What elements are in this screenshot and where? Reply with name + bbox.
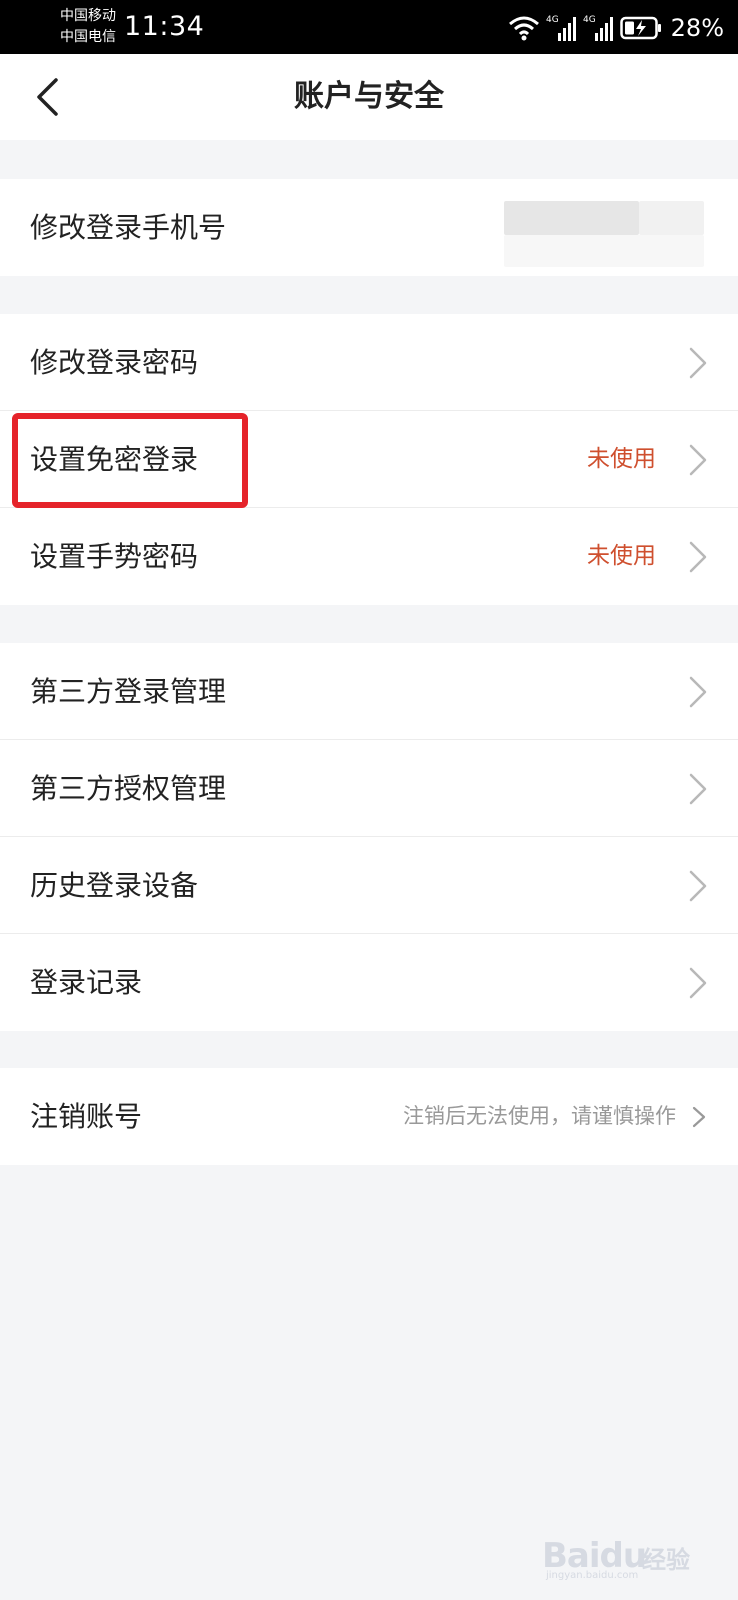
- status-time: 11:34: [124, 11, 205, 42]
- watermark-text: 经验: [642, 1546, 690, 1574]
- status-bar: 中国移动 中国电信 11:34 4G 4G 28%: [0, 0, 738, 54]
- wifi-icon: [508, 16, 539, 41]
- row-login-records[interactable]: 登录记录: [0, 934, 738, 1031]
- page-title: 账户与安全: [294, 79, 444, 114]
- chevron-right-icon: [689, 870, 707, 902]
- chevron-right-icon: [689, 967, 707, 999]
- row-third-party-login[interactable]: 第三方登录管理: [0, 643, 738, 740]
- chevron-left-icon: [37, 78, 58, 116]
- chevron-right-icon: [689, 444, 707, 476]
- group-phone: 修改登录手机号: [0, 179, 738, 276]
- chevron-right-icon: [689, 773, 707, 805]
- battery-percent: 28%: [670, 14, 724, 42]
- chevron-right-icon: [689, 541, 707, 573]
- warning-hint: 注销后无法使用，请谨慎操作: [403, 1104, 676, 1128]
- row-gesture-password[interactable]: 设置手势密码 未使用: [0, 508, 738, 605]
- row-label: 登录记录: [30, 966, 143, 999]
- row-deactivate-account[interactable]: 注销账号 注销后无法使用，请谨慎操作: [0, 1068, 738, 1165]
- row-change-phone[interactable]: 修改登录手机号: [0, 179, 738, 276]
- highlight-annotation: [12, 413, 248, 508]
- row-change-password[interactable]: 修改登录密码: [0, 314, 738, 411]
- signal-icon-2: 4G: [583, 15, 613, 41]
- row-third-party-auth[interactable]: 第三方授权管理: [0, 740, 738, 837]
- baidu-watermark: Baidu 经验 jingyan.baidu.com: [542, 1530, 702, 1582]
- nav-bar: 账户与安全: [0, 54, 738, 140]
- watermark-url: jingyan.baidu.com: [546, 1570, 639, 1581]
- row-label: 第三方授权管理: [30, 772, 227, 805]
- row-label: 修改登录密码: [30, 346, 199, 379]
- network-type-1: 4G: [546, 15, 559, 25]
- row-label: 注销账号: [30, 1100, 143, 1133]
- carrier-2: 中国电信: [60, 29, 116, 45]
- carrier-names: 中国移动 中国电信: [60, 6, 116, 48]
- status-value: 未使用: [587, 446, 656, 472]
- row-label: 历史登录设备: [30, 869, 199, 902]
- group-third-party: 第三方登录管理 第三方授权管理 历史登录设备 登录记录: [0, 643, 738, 1031]
- group-deactivate: 注销账号 注销后无法使用，请谨慎操作: [0, 1068, 738, 1165]
- row-label: 修改登录手机号: [30, 211, 227, 244]
- obscured-phone-number: [504, 201, 704, 267]
- row-label: 第三方登录管理: [30, 675, 227, 708]
- back-button[interactable]: [22, 72, 72, 122]
- chevron-right-icon: [689, 347, 707, 379]
- chevron-right-icon: [692, 1106, 706, 1128]
- carrier-1: 中国移动: [60, 8, 116, 24]
- battery-charging-icon: [619, 16, 661, 40]
- network-type-2: 4G: [583, 15, 596, 25]
- chevron-right-icon: [689, 676, 707, 708]
- status-value: 未使用: [587, 543, 656, 569]
- signal-icon: 4G: [546, 15, 576, 41]
- row-label: 设置手势密码: [30, 540, 199, 573]
- row-login-devices[interactable]: 历史登录设备: [0, 837, 738, 934]
- system-icons: 4G 4G 28%: [507, 12, 724, 44]
